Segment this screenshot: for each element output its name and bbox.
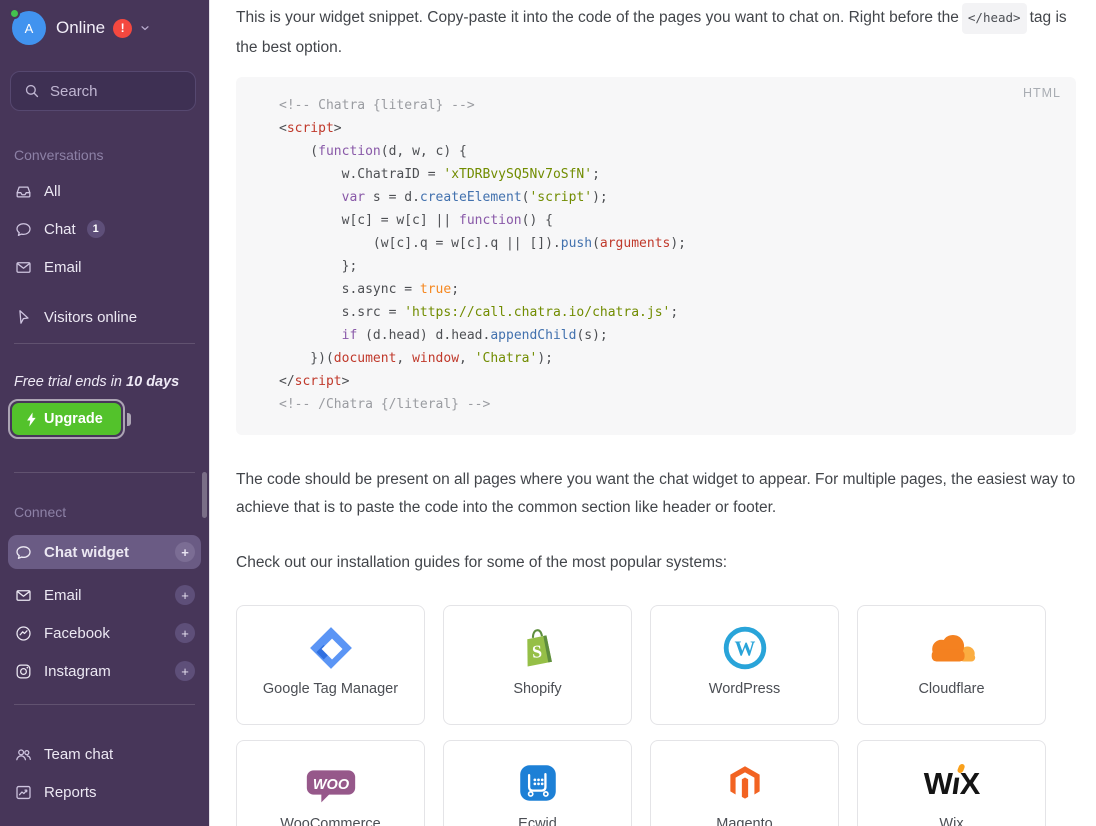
envelope-icon: [14, 258, 33, 277]
status-label: Online: [56, 18, 105, 38]
svg-text:S: S: [531, 641, 542, 662]
add-channel-button[interactable]: +: [175, 623, 195, 643]
add-channel-button[interactable]: +: [175, 585, 195, 605]
sidebar-item-instagram[interactable]: Instagram +: [14, 659, 201, 683]
code-lines: <!-- Chatra {literal} --><script> (funct…: [279, 94, 1056, 416]
sidebar-item-label: Team chat: [44, 746, 113, 763]
guide-card-woocommerce[interactable]: WOO WooCommerce: [236, 740, 425, 826]
add-channel-button[interactable]: +: [175, 661, 195, 681]
sidebar-item-label: All: [44, 183, 61, 200]
head-tag-inline-code: </head>: [962, 3, 1027, 34]
guide-card-label: Google Tag Manager: [263, 681, 398, 697]
installation-guides-grid: Google Tag Manager S Shopify: [236, 605, 1074, 826]
lightning-bolt-icon: [26, 412, 37, 427]
sidebar-item-email[interactable]: Email: [14, 255, 201, 279]
wix-icon: WıX: [924, 758, 980, 808]
conversations-section-label: Conversations: [14, 147, 209, 163]
sidebar-item-connect-email[interactable]: Email +: [14, 583, 201, 607]
upgrade-button[interactable]: Upgrade: [12, 403, 121, 435]
sidebar-item-label: Email: [44, 259, 82, 276]
upgrade-label: Upgrade: [44, 411, 103, 427]
sidebar-item-team-chat[interactable]: Team chat: [14, 742, 201, 766]
agent-status-dropdown[interactable]: A Online !: [12, 10, 209, 46]
shopify-icon: S: [515, 623, 561, 673]
chatra-app: A Online ! Conversations All: [0, 0, 1096, 826]
trial-countdown: Free trial ends in 10 days: [14, 374, 209, 390]
guide-card-ecwid[interactable]: Ecwid: [443, 740, 632, 826]
online-status-dot: [9, 8, 20, 19]
sidebar-item-chat[interactable]: Chat 1: [14, 217, 201, 241]
sidebar-item-label: Chat widget: [44, 544, 129, 561]
search-box[interactable]: [10, 71, 196, 111]
chevron-down-icon: [139, 22, 151, 34]
paragraph-guides: Check out our installation guides for so…: [236, 549, 1082, 577]
divider: [14, 343, 195, 344]
chat-bubble-icon: [14, 543, 33, 562]
cursor-icon: [14, 308, 33, 327]
alert-badge: !: [113, 19, 132, 38]
guide-card-label: Shopify: [513, 681, 561, 697]
svg-text:W: W: [734, 636, 755, 660]
search-input[interactable]: [50, 83, 180, 100]
sidebar-item-chat-widget[interactable]: Chat widget +: [8, 535, 201, 569]
google-tag-manager-icon: [308, 623, 354, 673]
add-channel-button[interactable]: +: [175, 542, 195, 562]
upgrade-battery: Upgrade: [8, 399, 209, 439]
guide-card-label: WordPress: [709, 681, 780, 697]
guide-card-label: Ecwid: [518, 816, 557, 826]
instagram-icon: [14, 662, 33, 681]
sidebar-item-visitors-online[interactable]: Visitors online: [14, 305, 201, 329]
guide-card-google-tag-manager[interactable]: Google Tag Manager: [236, 605, 425, 725]
sidebar-item-label: Instagram: [44, 663, 111, 680]
guide-card-shopify[interactable]: S Shopify: [443, 605, 632, 725]
divider: [14, 704, 195, 705]
sidebar-item-label: Chat: [44, 221, 76, 238]
guide-card-wordpress[interactable]: W WordPress: [650, 605, 839, 725]
guide-card-label: Wix: [939, 816, 963, 826]
paragraph-pages: The code should be present on all pages …: [236, 466, 1082, 522]
envelope-icon: [14, 586, 33, 605]
sidebar-scrollbar-thumb[interactable]: [202, 472, 207, 518]
guide-card-magento[interactable]: Magento: [650, 740, 839, 826]
sidebar-item-label: Reports: [44, 784, 97, 801]
svg-text:WOO: WOO: [312, 777, 349, 793]
cloudflare-icon: [923, 623, 981, 673]
widget-setup-content: This is your widget snippet. Copy-paste …: [209, 0, 1096, 826]
sidebar: A Online ! Conversations All: [0, 0, 209, 826]
chat-count-badge: 1: [87, 220, 105, 238]
guide-card-label: Magento: [716, 816, 772, 826]
team-icon: [14, 745, 33, 764]
avatar: A: [12, 11, 46, 45]
guide-card-wix[interactable]: WıX Wix: [857, 740, 1046, 826]
connect-section-label: Connect: [14, 504, 209, 520]
magento-icon: [722, 758, 768, 808]
guide-card-cloudflare[interactable]: Cloudflare: [857, 605, 1046, 725]
sidebar-item-label: Facebook: [44, 625, 110, 642]
code-language-label: HTML: [1023, 86, 1061, 100]
guide-card-label: Cloudflare: [918, 681, 984, 697]
wordpress-icon: W: [722, 623, 768, 673]
sidebar-item-facebook[interactable]: Facebook +: [14, 621, 201, 645]
messenger-icon: [14, 624, 33, 643]
sidebar-item-label: Email: [44, 587, 82, 604]
guide-card-label: WooCommerce: [280, 816, 380, 826]
woocommerce-icon: WOO: [302, 758, 360, 808]
ecwid-icon: [515, 758, 561, 808]
intro-paragraph: This is your widget snippet. Copy-paste …: [236, 3, 1082, 62]
sidebar-item-all[interactable]: All: [14, 179, 201, 203]
search-icon: [23, 82, 41, 100]
chat-bubble-icon: [14, 220, 33, 239]
inbox-tray-icon: [14, 182, 33, 201]
widget-snippet-code-block: HTML <!-- Chatra {literal} --><script> (…: [236, 77, 1076, 435]
sidebar-item-reports[interactable]: Reports: [14, 780, 201, 804]
battery-nub: [127, 413, 131, 426]
divider: [14, 472, 195, 473]
sidebar-item-label: Visitors online: [44, 309, 137, 326]
chart-report-icon: [14, 783, 33, 802]
